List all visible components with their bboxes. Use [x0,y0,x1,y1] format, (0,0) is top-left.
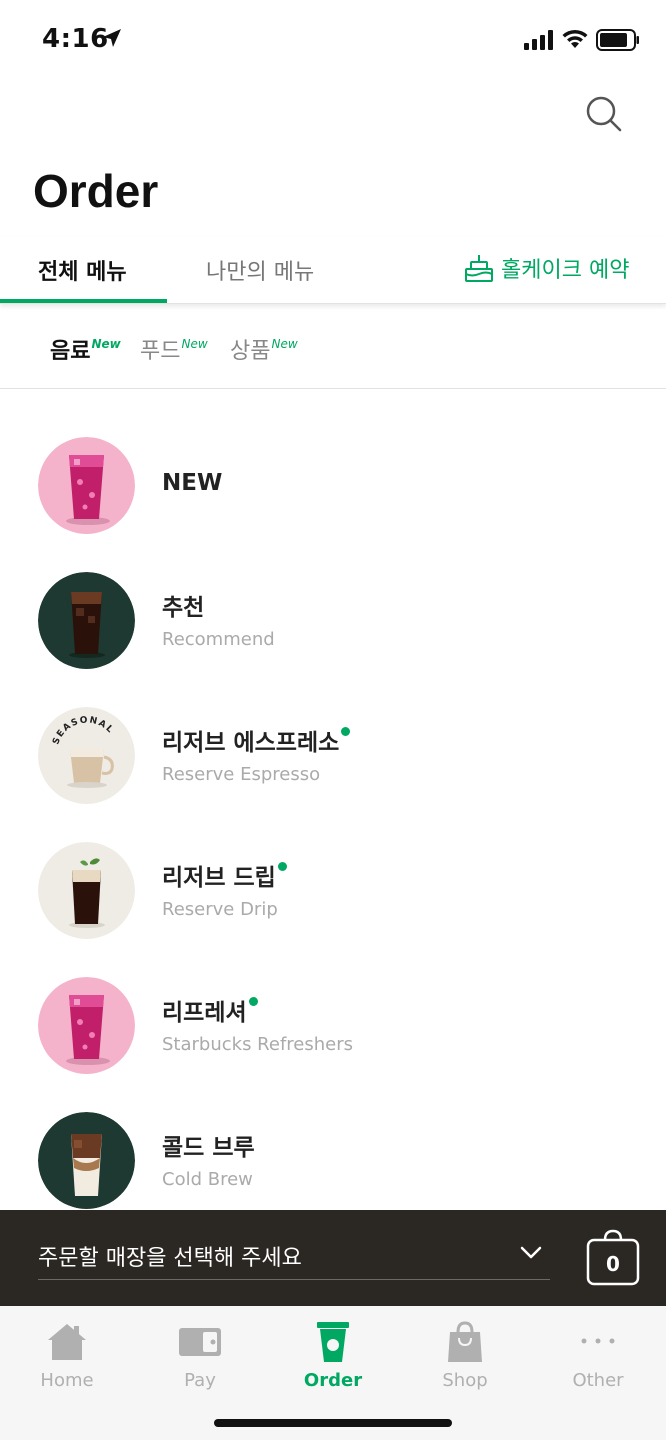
cart-button[interactable]: 0 [586,1228,640,1286]
bottom-navigation: Home Pay Order Shop Other [0,1306,666,1440]
cold-brew-latte-icon [38,1112,135,1209]
nav-order[interactable]: Order [278,1320,388,1400]
card-icon [179,1328,221,1356]
cake-icon [465,255,493,282]
category-name: 리저브 드립 [162,858,287,892]
subcategory-food[interactable]: 푸드New [140,333,208,365]
category-name: NEW [162,470,223,496]
list-item[interactable]: SEASONAL 리저브 에스프레소 Reserve Espresso [0,707,666,817]
wifi-icon [562,29,588,48]
new-dot [248,997,258,1006]
tab-all-menu[interactable]: 전체 메뉴 [38,254,127,286]
drink-thumbnail [38,977,135,1074]
pink-drink-icon [38,977,135,1074]
subcategory-label: 음료 [50,339,91,364]
list-item[interactable]: NEW [0,437,666,547]
category-name-text: 리프레셔 [162,1000,247,1026]
new-dot [341,727,351,736]
bag-icon [448,1321,482,1362]
whole-cake-reservation-button[interactable]: 홀케이크 예약 [463,250,629,286]
category-english-name: Cold Brew [162,1169,253,1190]
new-badge: New [271,337,298,351]
nav-label: Home [40,1370,94,1391]
store-select-underline [38,1279,550,1280]
subcategory-goods[interactable]: 상품New [230,333,298,365]
store-selector-bar: 주문할 매장을 선택해 주세요 0 [0,1210,666,1306]
search-icon[interactable] [582,92,626,136]
menu-category-list: NEW 추천 Recommend SEASONAL 리저브 에스프레소 Rese… [0,390,666,1210]
more-icon [581,1338,615,1344]
subcategory-bar: 음료New 푸드New 상품New [0,305,666,389]
home-indicator [214,1419,452,1427]
pink-drink-icon [38,437,135,534]
category-english-name: Starbucks Refreshers [162,1034,353,1055]
drink-thumbnail [38,842,135,939]
list-item[interactable]: 리프레셔 Starbucks Refreshers [0,977,666,1087]
home-icon [48,1324,86,1360]
nav-home[interactable]: Home [12,1320,122,1400]
new-dot [277,862,287,871]
drink-thumbnail: SEASONAL [38,707,135,804]
list-item[interactable]: 콜드 브루 Cold Brew [0,1112,666,1210]
iced-coffee-icon [38,572,135,669]
list-item[interactable]: 리저브 드립 Reserve Drip [0,842,666,952]
nav-label: Order [303,1370,363,1391]
subcategory-label: 상품 [230,339,271,364]
store-select-prompt[interactable]: 주문할 매장을 선택해 주세요 [38,1240,302,1272]
category-name: 리프레셔 [162,993,258,1027]
category-english-name: Recommend [162,629,275,650]
new-badge: New [181,337,208,351]
drink-thumbnail [38,572,135,669]
category-english-name: Reserve Espresso [162,764,321,785]
drink-thumbnail [38,1112,135,1209]
nav-shop[interactable]: Shop [410,1320,520,1400]
list-item[interactable]: 추천 Recommend [0,572,666,682]
category-name-text: 리저브 에스프레소 [162,730,340,756]
category-name-text: 리저브 드립 [162,865,276,891]
new-badge: New [91,337,121,351]
status-bar: 4:16 [0,0,666,80]
category-name: 리저브 에스프레소 [162,723,351,757]
nav-other[interactable]: Other [543,1320,653,1400]
tab-my-menu[interactable]: 나만의 메뉴 [206,254,314,286]
nav-label: Pay [184,1370,216,1391]
subcategory-label: 푸드 [140,339,181,364]
cup-icon [317,1322,349,1362]
cellular-signal-icon [524,30,553,50]
nav-label: Shop [442,1370,488,1391]
latte-cup-icon: SEASONAL [38,707,135,804]
nav-label: Other [572,1370,624,1391]
subcategory-beverage[interactable]: 음료New [50,333,121,365]
drink-thumbnail [38,437,135,534]
status-time: 4:16 [42,24,109,54]
nav-pay[interactable]: Pay [145,1320,255,1400]
battery-icon [596,29,639,51]
cart-count: 0 [606,1252,620,1276]
menu-tabs: 전체 메뉴 나만의 메뉴 홀케이크 예약 [0,236,666,304]
chevron-down-icon[interactable] [518,1240,544,1266]
cold-drip-icon [38,842,135,939]
page-title: Order [33,165,159,217]
cake-reservation-label: 홀케이크 예약 [501,258,630,283]
category-english-name: Reserve Drip [162,899,278,920]
category-name: 콜드 브루 [162,1135,255,1161]
category-name: 추천 [162,595,205,621]
tab-active-indicator [0,299,167,303]
location-arrow-icon [103,29,121,47]
